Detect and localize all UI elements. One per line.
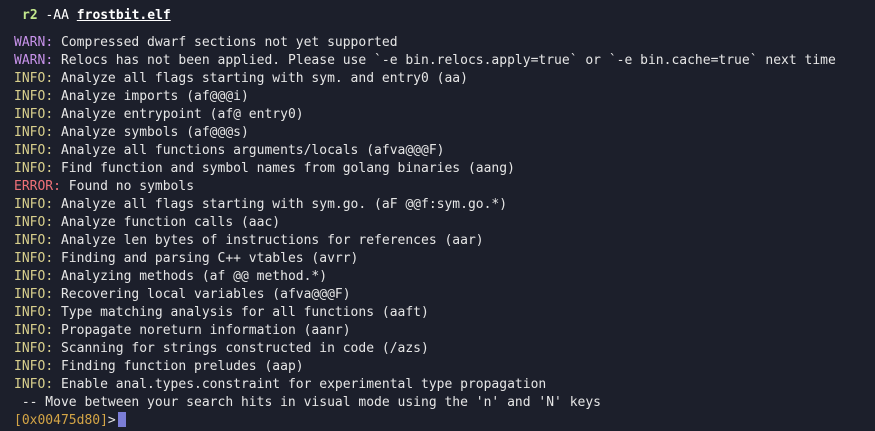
terminal-window[interactable]: r2 -AA frostbit.elf WARN: Compressed dwa… [0, 0, 875, 431]
log-message: Type matching analysis for all functions… [60, 305, 429, 320]
log-line: INFO: Analyze symbols (af@@@s) [14, 125, 249, 140]
log-line: INFO: Recovering local variables (afva@@… [14, 287, 351, 302]
log-level-warn: WARN [14, 35, 46, 50]
log-level-info: INFO [14, 161, 46, 176]
log-message: Analyze function calls (aac) [60, 215, 281, 230]
log-message: Analyze all flags starting with sym.go. … [60, 197, 508, 212]
log-level-info: INFO [14, 269, 46, 284]
log-message: Analyze all flags starting with sym. and… [60, 71, 468, 86]
log-line: INFO: Analyze function calls (aac) [14, 215, 281, 230]
log-level-info: INFO [14, 89, 46, 104]
log-level-info: INFO [14, 377, 46, 392]
log-line: WARN: Compressed dwarf sections not yet … [14, 35, 398, 50]
log-level-info: INFO [14, 341, 46, 356]
log-line: INFO: Finding and parsing C++ vtables (a… [14, 251, 359, 266]
log-message: Recovering local variables (afva@@@F) [60, 287, 351, 302]
log-level-info: INFO [14, 323, 46, 338]
log-line: INFO: Analyze all functions arguments/lo… [14, 143, 445, 158]
log-line: INFO: Analyzing methods (af @@ method.*) [14, 269, 328, 284]
log-message: Propagate noreturn information (aanr) [60, 323, 351, 338]
tip-line: -- Move between your search hits in visu… [14, 395, 601, 410]
log-message: Analyze entrypoint (af@ entry0) [60, 107, 304, 122]
command-program: r2 [22, 8, 38, 23]
log-message: Analyze symbols (af@@@s) [60, 125, 249, 140]
log-line: INFO: Analyze len bytes of instructions … [14, 233, 484, 248]
log-level-info: INFO [14, 143, 46, 158]
log-message: Compressed dwarf sections not yet suppor… [60, 35, 398, 50]
log-output: WARN: Compressed dwarf sections not yet … [14, 34, 875, 394]
log-message: Analyze len bytes of instructions for re… [60, 233, 484, 248]
log-message: Finding function preludes (aap) [60, 359, 304, 374]
log-level-info: INFO [14, 233, 46, 248]
log-line: WARN: Relocs has not been applied. Pleas… [14, 53, 836, 68]
prompt-line[interactable]: [0x00475d80]> [14, 412, 126, 430]
command-line: r2 -AA frostbit.elf [22, 7, 171, 25]
log-level-error: ERROR [14, 179, 54, 194]
log-line: INFO: Analyze entrypoint (af@ entry0) [14, 107, 304, 122]
log-line: INFO: Type matching analysis for all fun… [14, 305, 429, 320]
log-line: INFO: Analyze all flags starting with sy… [14, 71, 468, 86]
log-level-info: INFO [14, 107, 46, 122]
log-level-info: INFO [14, 71, 46, 86]
log-line: ERROR: Found no symbols [14, 179, 195, 194]
log-message: Relocs has not been applied. Please use … [60, 53, 836, 68]
log-line: INFO: Enable anal.types.constraint for e… [14, 377, 547, 392]
log-line: INFO: Scanning for strings constructed i… [14, 341, 429, 356]
log-message: Analyze imports (af@@@i) [60, 89, 249, 104]
log-message: Enable anal.types.constraint for experim… [60, 377, 547, 392]
log-level-info: INFO [14, 197, 46, 212]
log-message: Found no symbols [68, 179, 195, 194]
command-args: -AA [45, 8, 69, 23]
log-line: INFO: Finding function preludes (aap) [14, 359, 304, 374]
prompt-address: [0x00475d80] [14, 413, 108, 428]
prompt-symbol: > [107, 413, 116, 428]
log-level-info: INFO [14, 251, 46, 266]
log-level-info: INFO [14, 287, 46, 302]
log-line: INFO: Propagate noreturn information (aa… [14, 323, 351, 338]
log-message: Analyze all functions arguments/locals (… [60, 143, 445, 158]
log-level-info: INFO [14, 305, 46, 320]
log-message: Scanning for strings constructed in code… [60, 341, 429, 356]
log-level-info: INFO [14, 215, 46, 230]
text-cursor[interactable] [117, 412, 126, 427]
command-file: frostbit.elf [76, 8, 171, 23]
log-line: INFO: Analyze all flags starting with sy… [14, 197, 508, 212]
log-line: INFO: Find function and symbol names fro… [14, 161, 515, 176]
log-message: Analyzing methods (af @@ method.*) [60, 269, 328, 284]
log-line: INFO: Analyze imports (af@@@i) [14, 89, 249, 104]
log-level-info: INFO [14, 359, 46, 374]
log-level-info: INFO [14, 125, 46, 140]
log-message: Find function and symbol names from gola… [60, 161, 515, 176]
log-message: Finding and parsing C++ vtables (avrr) [60, 251, 359, 266]
log-level-warn: WARN [14, 53, 46, 68]
